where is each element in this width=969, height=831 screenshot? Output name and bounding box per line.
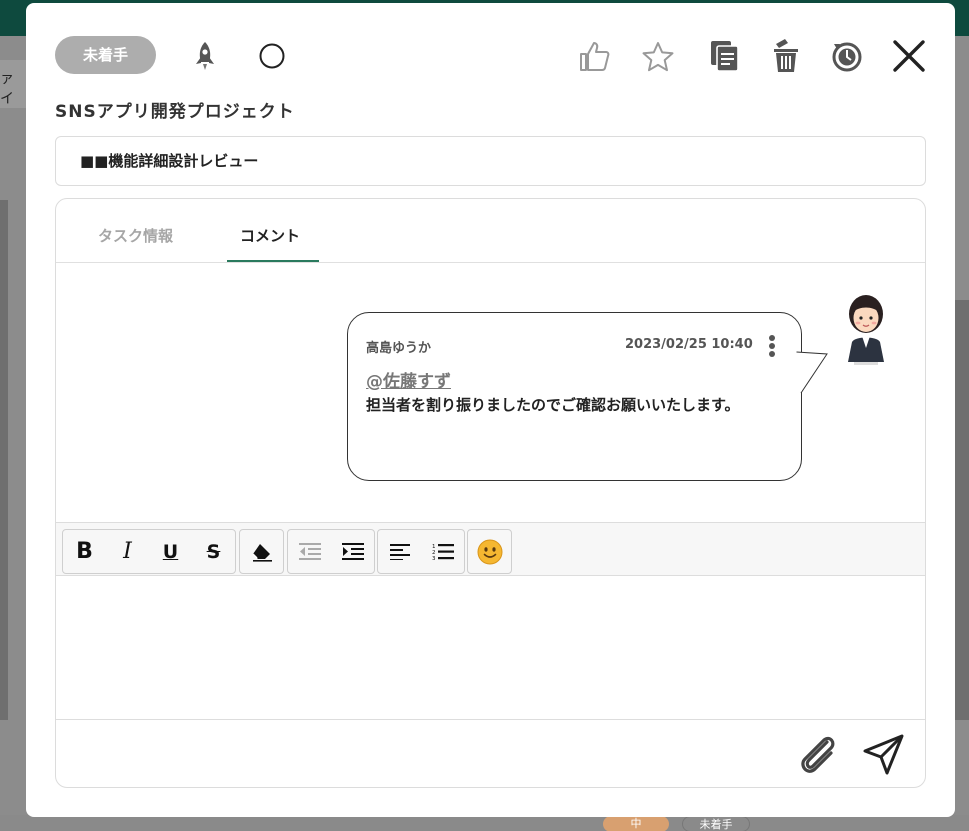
align-left-icon[interactable]	[378, 530, 421, 573]
circle-icon[interactable]	[257, 41, 287, 71]
send-icon[interactable]	[862, 732, 906, 780]
tabs-divider	[56, 262, 925, 263]
comment-author: 高島ゆうか	[366, 341, 432, 356]
comment-editor[interactable]	[56, 576, 925, 720]
format-group: B I U S	[62, 529, 236, 574]
history-icon[interactable]	[828, 37, 866, 75]
strikethrough-icon[interactable]: S	[192, 530, 235, 573]
background-status-chip: 未着手	[682, 816, 750, 831]
status-badge[interactable]: 未着手	[55, 36, 156, 74]
svg-text:3: 3	[432, 556, 436, 561]
emoji-group	[467, 529, 512, 574]
outdent-icon[interactable]	[288, 530, 331, 573]
editor-toolbar: B I U S 1 2 3	[56, 522, 925, 576]
background-left-panel	[0, 200, 8, 720]
thumbs-up-icon[interactable]	[575, 37, 613, 75]
indent-group	[287, 529, 375, 574]
background-menu-strip: ァイ	[0, 60, 26, 108]
trash-icon[interactable]	[769, 37, 803, 75]
list-group: 123	[377, 529, 465, 574]
task-detail-modal: 未着手 SNSアプリ開発プロジェクト ■■機能詳細設計レビュー タスク情報 コメ…	[26, 3, 955, 817]
background-bottom-row	[0, 815, 969, 831]
avatar	[836, 292, 896, 366]
star-icon[interactable]	[639, 38, 677, 76]
tab-task-info[interactable]: タスク情報	[98, 225, 173, 246]
background-right-panel	[955, 300, 969, 720]
comment-mention[interactable]: @佐藤すず	[366, 367, 451, 392]
comment-timestamp: 2023/02/25 10:40	[625, 337, 753, 352]
copy-icon[interactable]	[707, 37, 743, 75]
bold-icon[interactable]: B	[63, 530, 106, 573]
indent-icon[interactable]	[331, 530, 374, 573]
ordered-list-icon[interactable]: 123	[421, 530, 464, 573]
italic-icon[interactable]: I	[106, 530, 149, 573]
underline-icon[interactable]: U	[149, 530, 192, 573]
tab-comment[interactable]: コメント	[240, 225, 300, 246]
comment-menu-icon[interactable]	[767, 335, 777, 359]
emoji-icon[interactable]	[468, 530, 511, 573]
task-detail-panel: タスク情報 コメント 高島ゆうか 2023/02/25 10:40 @佐藤すず …	[55, 198, 926, 788]
comment-bubble: 高島ゆうか 2023/02/25 10:40 @佐藤すず 担当者を割り振りました…	[347, 312, 802, 481]
project-title: SNSアプリ開発プロジェクト	[55, 102, 295, 122]
comment-text: 担当者を割り振りましたのでご確認お願いいたします。	[366, 396, 740, 414]
task-title-input[interactable]: ■■機能詳細設計レビュー	[55, 136, 926, 186]
background-priority-chip: 中	[603, 816, 669, 831]
bubble-tail	[796, 351, 828, 394]
paperclip-icon[interactable]	[797, 732, 839, 780]
eraser-icon[interactable]	[240, 530, 283, 573]
rocket-icon[interactable]	[190, 39, 220, 73]
clear-group	[239, 529, 284, 574]
close-icon[interactable]	[890, 37, 928, 75]
